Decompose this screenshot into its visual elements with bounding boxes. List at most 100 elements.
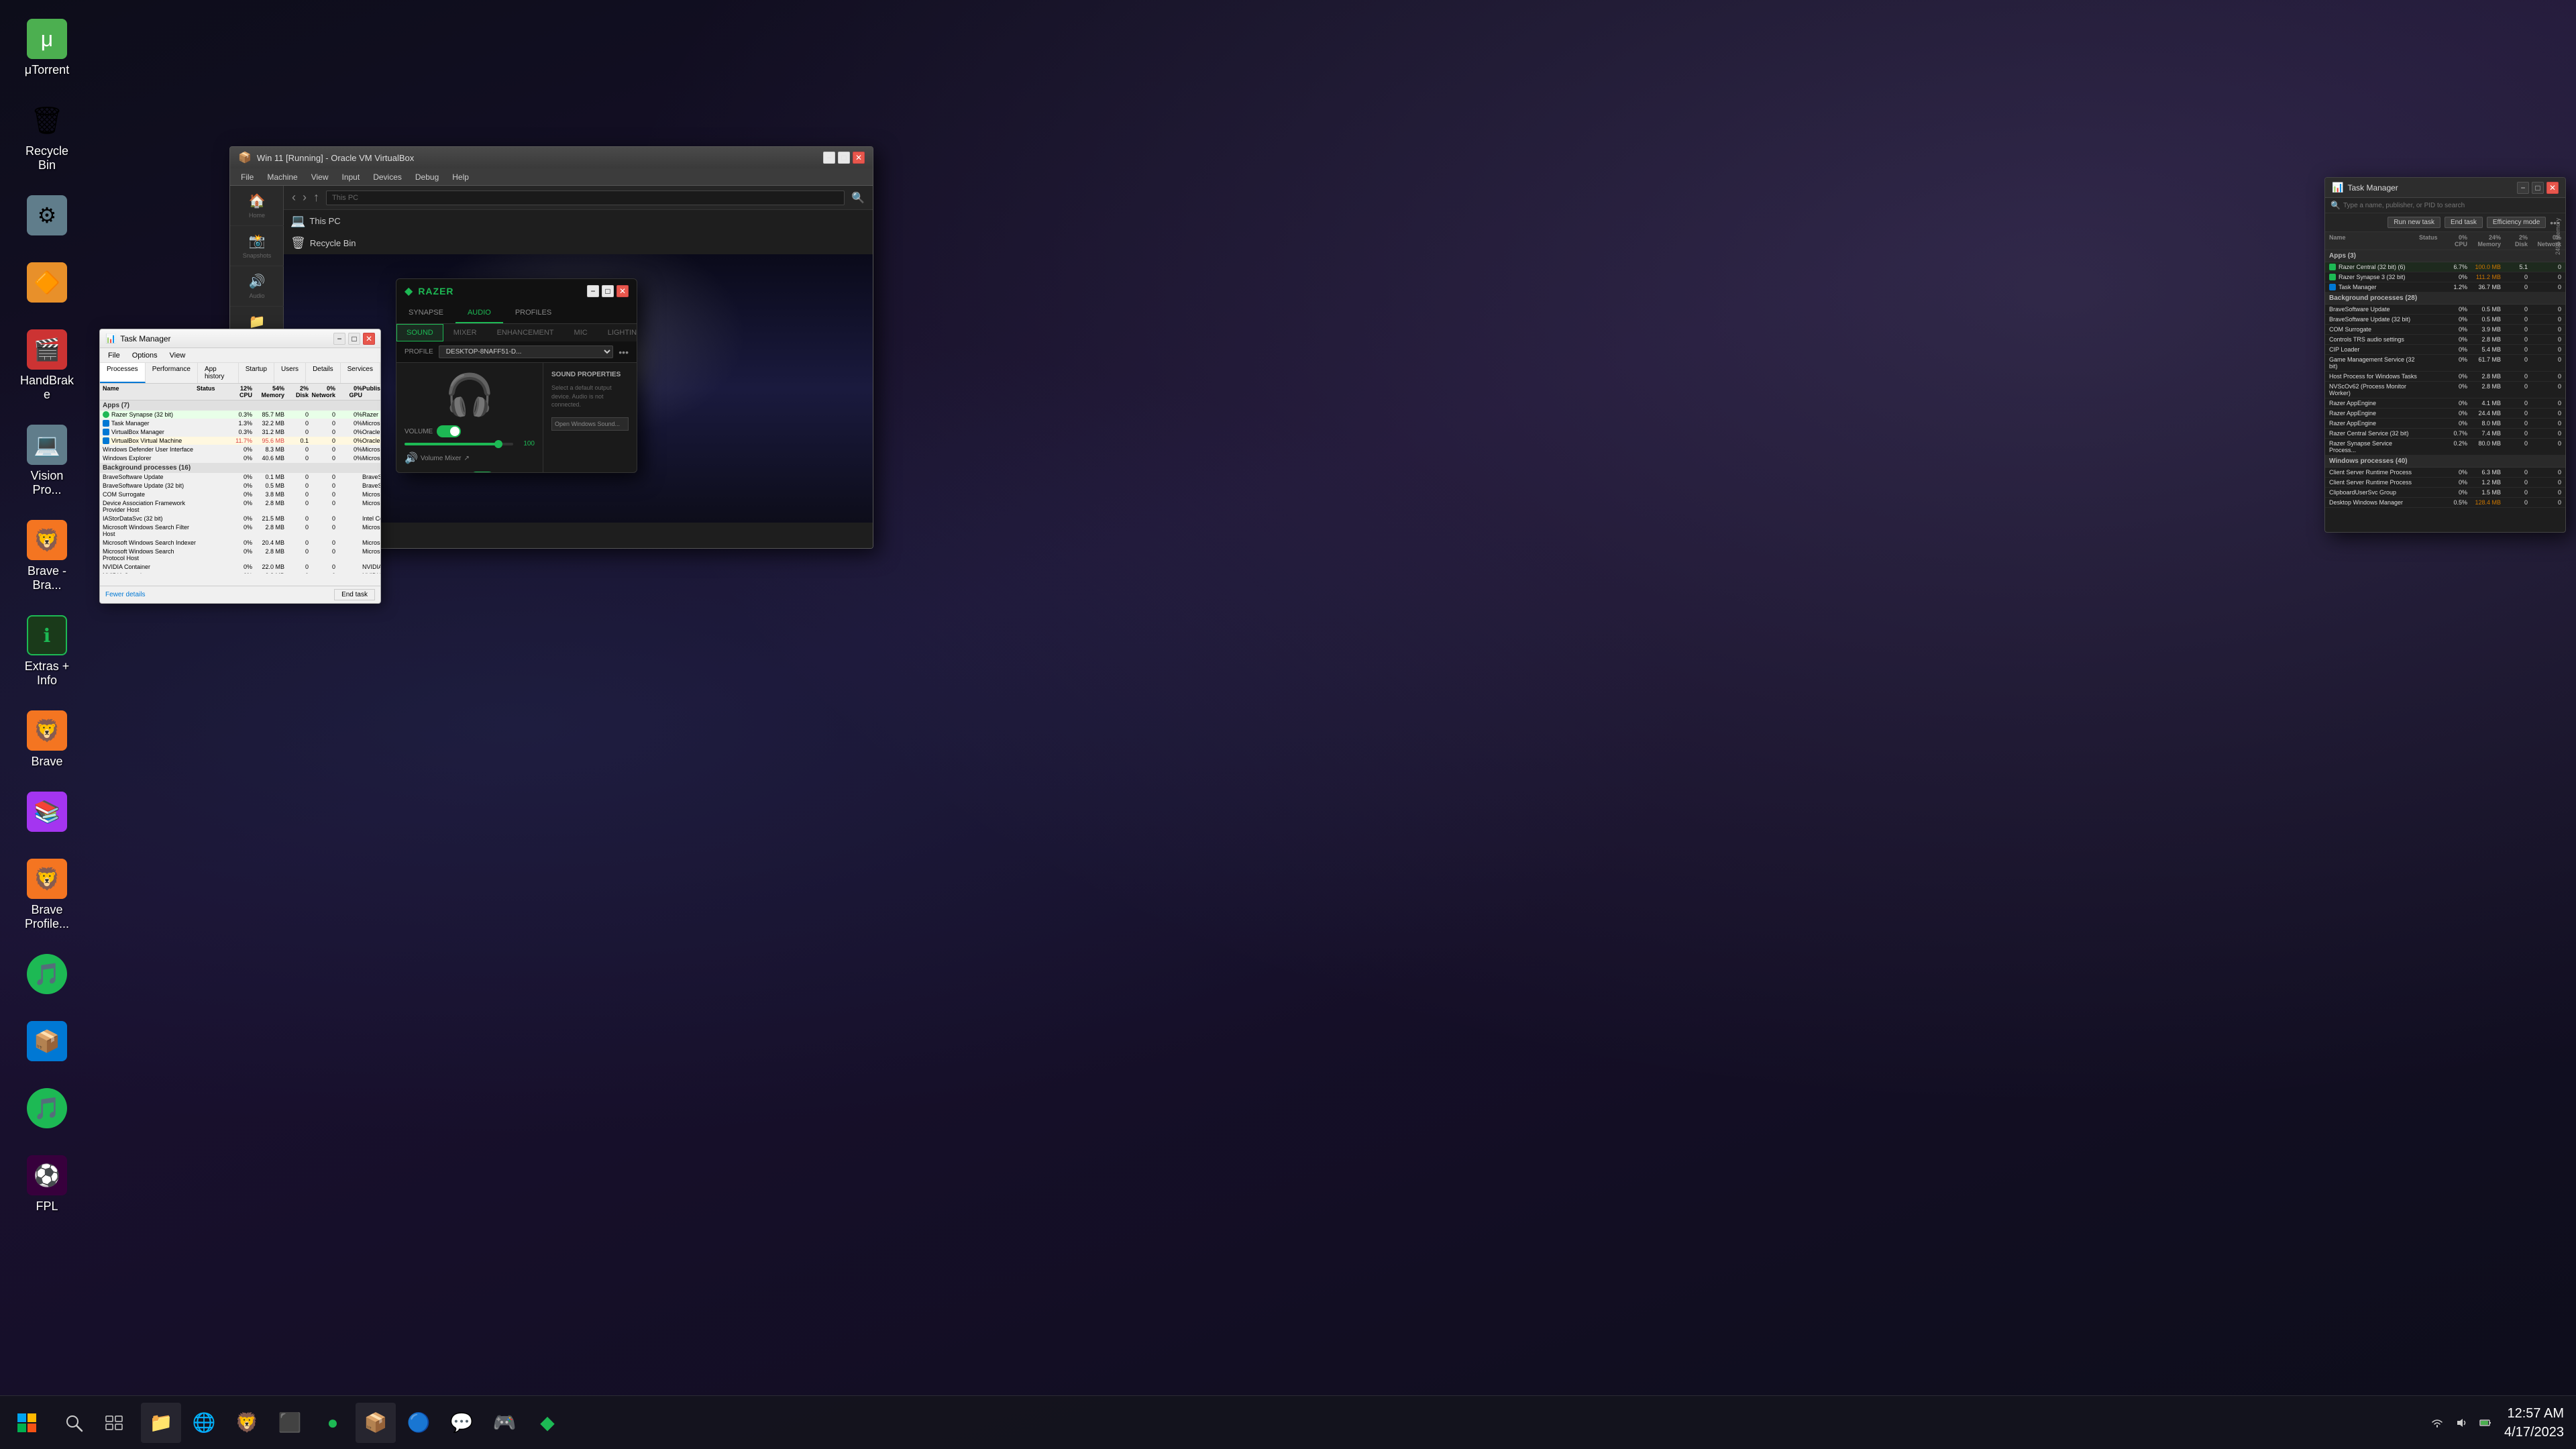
tm-small-minimize[interactable]: − [333,333,345,345]
desktop-icon-recycle[interactable]: 🗑 Recycle Bin [13,95,80,178]
tml-win-clientserver2[interactable]: Client Server Runtime Process0%1.2 MB00 [2325,478,2565,488]
tm-tab-services[interactable]: Services [341,363,380,383]
tm-fewer-details-btn[interactable]: Fewer details [105,591,145,598]
razer-volume-slider[interactable]: 100 [405,440,535,447]
taskbar-discord[interactable]: 💬 [441,1403,482,1443]
taskbar-spotify[interactable]: ● [313,1403,353,1443]
tm-small-close[interactable]: ✕ [363,333,375,345]
tm-bg-row-device[interactable]: Device Association Framework Provider Ho… [100,499,380,515]
tm-bg-row-searchfilter[interactable]: Microsoft Windows Search Filter Host 0%2… [100,523,380,539]
tm-app-row-defender[interactable]: Windows Defender User Interface 0%8.3 MB… [100,445,380,454]
desktop-icon-spotify[interactable]: 🎵 [13,949,80,1004]
desktop-icon-vlc[interactable]: 🔶 [13,257,80,312]
tml-bg-bravesoftware2[interactable]: BraveSoftware Update (32 bit)0%0.5 MB00 [2325,315,2565,325]
razer-external-link-icon[interactable]: ↗ [464,455,470,462]
razer-profile-more[interactable]: ••• [619,347,629,358]
tm-app-row-vboxmgr[interactable]: VirtualBox Manager 0.3%31.2 MB000%Oracle… [100,428,380,437]
taskbar-steam[interactable]: 🎮 [484,1403,525,1443]
razer-volume-toggle[interactable] [437,425,461,437]
vbox-menu-view[interactable]: View [306,171,334,183]
razer-close-btn[interactable]: ✕ [616,285,629,297]
tm-tab-details[interactable]: Details [306,363,341,383]
razer-subtab-enhancement[interactable]: ENHANCEMENT [487,324,564,341]
tml-run-task-btn[interactable]: Run new task [2387,217,2440,228]
tm-small-menu-file[interactable]: File [103,350,125,361]
razer-subtab-mixer[interactable]: MIXER [443,324,487,341]
tml-bg-razercentral[interactable]: Razer Central Service (32 bit)0.7%7.4 MB… [2325,429,2565,439]
taskbar-chrome[interactable]: 🔵 [398,1403,439,1443]
vbox-back-btn[interactable]: ‹ [292,191,296,205]
tm-tab-users[interactable]: Users [274,363,306,383]
taskbar-brave[interactable]: 🦁 [227,1403,267,1443]
tml-controls[interactable]: − □ ✕ [2517,182,2559,194]
tml-bg-comsurrogate[interactable]: COM Surrogate0%3.9 MB00 [2325,325,2565,335]
tm-bg-row-searchprotocol[interactable]: Microsoft Windows Search Protocol Host 0… [100,547,380,563]
tml-win-clipboarduser[interactable]: ClipboardUserSvc Group0%1.5 MB00 [2325,488,2565,498]
tray-network-icon[interactable] [2426,1412,2448,1434]
desktop-icon-brave3[interactable]: 🦁 Brave [13,705,80,774]
desktop-icon-settings[interactable]: ⚙ [13,190,80,245]
tml-search-input[interactable] [2343,202,2560,209]
desktop-icon-brave2[interactable]: 🦁 Brave - Bra... [13,515,80,598]
tm-small-maximize[interactable]: □ [348,333,360,345]
razer-subtab-mic[interactable]: MIC [564,324,598,341]
tm-app-row-taskmgr[interactable]: Task Manager 1.3%32.2 MB000%Microsoft Co… [100,419,380,428]
razer-profile-select[interactable]: DESKTOP-8NAFF51-D... [439,345,613,358]
tml-bg-devmgmt[interactable]: Game Management Service (32 bit)0%61.7 M… [2325,355,2565,372]
vbox-menu-input[interactable]: Input [337,171,366,183]
taskbar-terminal[interactable]: ⬛ [270,1403,310,1443]
vbox-search-icon[interactable]: 🔍 [851,191,865,205]
desktop-icon-handbrake[interactable]: 🎬 HandBrake [13,324,80,407]
tm-end-task-btn[interactable]: End task [334,589,375,600]
vbox-close-btn[interactable]: ✕ [853,152,865,164]
tml-bg-ctfmon[interactable]: Controls TRS audio settings0%2.8 MB00 [2325,335,2565,345]
desktop-icon-fpl[interactable]: ⚽ FPL [13,1150,80,1219]
tml-close-btn[interactable]: ✕ [2546,182,2559,194]
tm-tab-performance[interactable]: Performance [146,363,198,383]
tm-bg-row-nvidia1[interactable]: NVIDIA Container 0%22.0 MB00NVIDIA Corpo… [100,563,380,572]
start-button[interactable] [0,1396,54,1449]
desktop-icon-utorrent[interactable]: μ μTorrent [13,13,80,83]
razer-tab-profiles[interactable]: PROFILES [503,303,564,323]
tml-efficiency-btn[interactable]: Efficiency mode [2487,217,2546,228]
tml-app-razer-central[interactable]: Razer Central (32 bit) (6) 6.7% 100.0 MB… [2325,262,2565,272]
razer-subtab-sound[interactable]: SOUND [396,324,443,341]
taskbar-razer-synapse[interactable]: ◆ [527,1403,568,1443]
tm-bg-row-nvidia2[interactable]: NVIDIA Container 0%2.8 MB00NVIDIA Corpor… [100,572,380,574]
vbox-sidebar-audio[interactable]: 🔊 Audio [230,266,284,307]
tm-bg-row-brave1[interactable]: BraveSoftware Update 0%0.1 MB00BraveSoft… [100,473,380,482]
desktop-icon-udemy[interactable]: 📚 [13,786,80,841]
vbox-up-btn[interactable]: ↑ [313,191,319,205]
taskbar-explorer[interactable]: 📁 [141,1403,181,1443]
razer-window-controls[interactable]: − □ ✕ [587,285,629,297]
razer-tab-audio[interactable]: AUDIO [455,303,503,323]
tm-bg-row-istorage[interactable]: IAStorDataSvc (32 bit) 0%21.5 MB00Intel … [100,515,380,523]
desktop-icon-extras[interactable]: ℹ Extras + Info [13,610,80,693]
tm-bg-row-searchindex[interactable]: Microsoft Windows Search Indexer 0%20.4 … [100,539,380,547]
desktop-icon-music[interactable]: 🎵 [13,1083,80,1138]
tm-app-row-explorer[interactable]: Windows Explorer 0%40.6 MB000%Microsoft … [100,454,380,463]
tm-tab-processes[interactable]: Processes [100,363,146,383]
tml-bg-cip[interactable]: CIP Loader0%5.4 MB00 [2325,345,2565,355]
search-button[interactable] [54,1403,94,1443]
tm-small-controls[interactable]: − □ ✕ [333,333,375,345]
razer-subtab-lighting[interactable]: LIGHTING [598,324,637,341]
razer-tab-synapse[interactable]: SYNAPSE [396,303,455,323]
vbox-minimize-btn[interactable]: − [823,152,835,164]
razer-haptic-toggle[interactable] [470,472,494,473]
explorer-recycle[interactable]: 🗑 Recycle Bin [284,232,873,254]
tm-small-menu-options[interactable]: Options [127,350,163,361]
vbox-menu-file[interactable]: File [235,171,259,183]
tml-bg-nvcontainer[interactable]: NVScOv62 (Process Monitor Worker)0%2.8 M… [2325,382,2565,398]
tm-app-row-razer[interactable]: Razer Synapse (32 bit) 0.3%85.7 MB000%Ra… [100,411,380,419]
tml-end-task-btn[interactable]: End task [2445,217,2483,228]
tm-app-row-vboxvm[interactable]: VirtualBox Virtual Machine 11.7%95.6 MB0… [100,437,380,445]
tm-small-menu-view[interactable]: View [164,350,191,361]
vbox-menu-devices[interactable]: Devices [368,171,407,183]
tml-bg-razerappengine3[interactable]: Razer AppEngine0%8.0 MB00 [2325,419,2565,429]
tray-volume-icon[interactable] [2451,1412,2472,1434]
vbox-forward-btn[interactable]: › [303,191,307,205]
task-view-button[interactable] [94,1403,134,1443]
tml-win-desktopwm[interactable]: Desktop Windows Manager0.5%128.4 MB00 [2325,498,2565,508]
tml-minimize-btn[interactable]: − [2517,182,2529,194]
